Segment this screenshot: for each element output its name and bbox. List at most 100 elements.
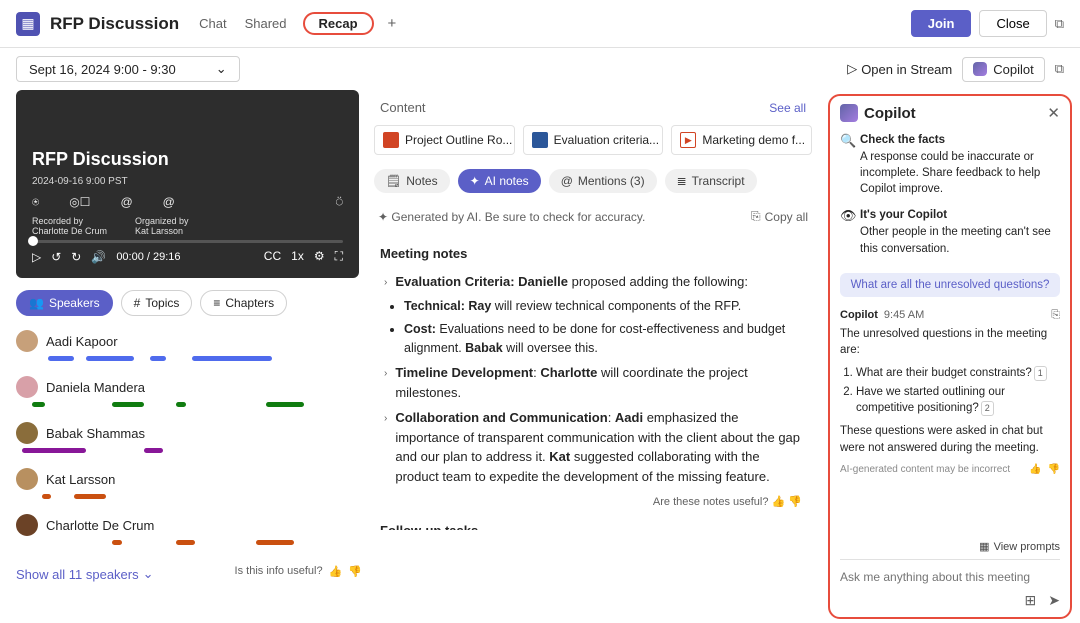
popout-icon-2[interactable]: ⧉ bbox=[1055, 61, 1064, 77]
view-prompts-link[interactable]: ▦View prompts bbox=[840, 534, 1060, 559]
meeting-notes-heading: Meeting notes bbox=[380, 244, 806, 264]
view-prompts-label: View prompts bbox=[994, 541, 1060, 553]
person-icon: ⍟ bbox=[32, 195, 39, 210]
popout-icon[interactable]: ⧉ bbox=[1055, 16, 1064, 32]
topics-chip-label: Topics bbox=[145, 296, 179, 310]
response-list-item: Have we started outlining our competitiv… bbox=[856, 384, 1060, 417]
copilot-input[interactable] bbox=[840, 566, 1060, 588]
speakers-icon: 👥 bbox=[29, 296, 44, 310]
date-range-select[interactable]: Sept 16, 2024 9:00 - 9:30 ⌄ bbox=[16, 56, 240, 82]
copilot-panel-title: Copilot bbox=[864, 105, 916, 122]
thumbs-down-icon[interactable]: 👎 bbox=[348, 565, 362, 578]
play-icon[interactable]: ▷ bbox=[32, 250, 41, 264]
mention-icon: @ bbox=[561, 174, 573, 188]
organizer-name: Kat Larsson bbox=[135, 226, 183, 236]
speaker-row[interactable]: Kat Larsson bbox=[16, 468, 362, 500]
tab-chat[interactable]: Chat bbox=[197, 12, 228, 35]
speakers-chip[interactable]: 👥Speakers bbox=[16, 290, 113, 316]
copilot-panel: Copilot ✕ 🔍 Check the factsA response co… bbox=[828, 94, 1072, 619]
tab-add-button[interactable]: + bbox=[388, 15, 397, 32]
person-icon: @ bbox=[163, 195, 175, 210]
notes-icon: 🗒 bbox=[386, 174, 401, 188]
stream-icon: ▷ bbox=[847, 61, 857, 77]
tab-recap-highlight: Recap bbox=[303, 12, 374, 35]
avatar bbox=[16, 330, 38, 352]
ai-notes-tab[interactable]: ✦AI notes bbox=[458, 169, 541, 193]
info-title: It's your Copilot bbox=[860, 207, 1060, 223]
chevron-down-icon: ⌄ bbox=[143, 566, 154, 582]
close-button[interactable]: Close bbox=[979, 10, 1046, 37]
cc-icon[interactable]: CC bbox=[264, 249, 281, 264]
see-all-link[interactable]: See all bbox=[769, 101, 806, 115]
open-in-stream-link[interactable]: ▷ Open in Stream bbox=[847, 61, 952, 77]
chevron-right-icon: › bbox=[384, 275, 387, 292]
person-icon: ◎☐ bbox=[69, 195, 90, 210]
notes-tab-label: Notes bbox=[406, 174, 437, 188]
speaker-row[interactable]: Charlotte De Crum bbox=[16, 514, 362, 546]
transcript-tab[interactable]: ≣Transcript bbox=[665, 169, 757, 193]
info-text: A response could be inaccurate or incomp… bbox=[860, 151, 1040, 195]
response-outro: These questions were asked in chat but w… bbox=[840, 423, 1060, 456]
topics-chip[interactable]: # Topics bbox=[121, 290, 193, 316]
notes-body: Meeting notes ›Evaluation Criteria: Dani… bbox=[374, 230, 812, 530]
note-item[interactable]: ›Collaboration and Communication: Aadi e… bbox=[384, 408, 806, 486]
video-player[interactable]: RFP Discussion 2024-09-16 9:00 PST ⍟ ◎☐ … bbox=[16, 90, 359, 278]
copilot-prompt-pill[interactable]: What are all the unresolved questions? bbox=[840, 273, 1060, 297]
close-icon[interactable]: ✕ bbox=[1047, 104, 1060, 122]
search-icon: 🔍 bbox=[840, 132, 854, 197]
organizer-label: Organized by bbox=[135, 216, 189, 226]
citation-badge[interactable]: 1 bbox=[1034, 366, 1047, 381]
video-timestamp: 2024-09-16 9:00 PST bbox=[32, 176, 343, 187]
grid-icon[interactable]: ⊞ bbox=[1025, 592, 1037, 609]
word-icon bbox=[532, 132, 548, 148]
fullscreen-icon[interactable]: ⛶ bbox=[335, 249, 343, 264]
content-tile[interactable]: Evaluation criteria... bbox=[523, 125, 664, 155]
speaker-name: Daniela Mandera bbox=[46, 380, 145, 395]
speaker-row[interactable]: Daniela Mandera bbox=[16, 376, 362, 408]
note-item[interactable]: ›Timeline Development: Charlotte will co… bbox=[384, 363, 806, 402]
notes-tab[interactable]: 🗒 Notes bbox=[374, 169, 450, 193]
ai-disclaimer: AI-generated content may be incorrect bbox=[840, 464, 1010, 475]
mentions-tab[interactable]: @Mentions (3) bbox=[549, 169, 657, 193]
chapters-chip-label: Chapters bbox=[225, 296, 274, 310]
thumbs-up-icon[interactable]: 👍 bbox=[329, 565, 343, 578]
tab-recap[interactable]: Recap bbox=[317, 12, 360, 35]
video-progress-bar[interactable] bbox=[32, 240, 343, 243]
notes-useful-prompt: Are these notes useful? 👍 👎 bbox=[384, 494, 802, 511]
open-in-stream-label: Open in Stream bbox=[861, 62, 952, 77]
content-tile[interactable]: Project Outline Ro... bbox=[374, 125, 515, 155]
copilot-info-block: 👁 It's your CopilotOther people in the m… bbox=[840, 207, 1060, 256]
speaker-row[interactable]: Babak Shammas bbox=[16, 422, 362, 454]
thumbs-up-icon[interactable]: 👍 bbox=[772, 496, 786, 508]
copilot-toggle-button[interactable]: Copilot bbox=[962, 57, 1044, 82]
content-tile[interactable]: ▶Marketing demo f... bbox=[671, 125, 812, 155]
transcript-icon: ≣ bbox=[677, 174, 687, 188]
video-avatar-row: ⍟ ◎☐ @ @ ⍥ bbox=[32, 195, 343, 210]
speaker-row[interactable]: Aadi Kapoor bbox=[16, 330, 362, 362]
volume-icon[interactable]: 🔊 bbox=[91, 250, 106, 264]
copy-all-button[interactable]: ⎘Copy all bbox=[751, 209, 808, 224]
join-button[interactable]: Join bbox=[911, 10, 972, 37]
copy-icon[interactable]: ⎘ bbox=[1051, 309, 1060, 322]
settings-icon[interactable]: ⚙ bbox=[314, 249, 325, 264]
copilot-toggle-label: Copilot bbox=[993, 62, 1033, 77]
copilot-logo-icon bbox=[840, 104, 858, 122]
followup-heading: Follow-up tasks bbox=[380, 521, 806, 530]
note-subitem: Cost: Evaluations need to be done for co… bbox=[404, 320, 806, 358]
chapters-chip[interactable]: ≡Chapters bbox=[200, 290, 287, 316]
ai-warning-text: Generated by AI. Be sure to check for ac… bbox=[391, 210, 645, 224]
copy-all-label: Copy all bbox=[765, 210, 808, 224]
show-all-speakers-link[interactable]: Show all 11 speakers ⌄ bbox=[16, 566, 154, 582]
speed-label[interactable]: 1x bbox=[291, 249, 304, 264]
send-icon[interactable]: ➤ bbox=[1048, 592, 1060, 609]
thumbs-down-icon[interactable]: 👎 bbox=[788, 496, 802, 508]
citation-badge[interactable]: 2 bbox=[981, 401, 994, 416]
hash-icon: # bbox=[134, 296, 141, 310]
thumbs-up-icon[interactable]: 👍 bbox=[1029, 464, 1041, 475]
rewind-icon[interactable]: ↺ bbox=[51, 250, 61, 264]
tab-shared[interactable]: Shared bbox=[243, 12, 289, 35]
copilot-icon bbox=[973, 62, 987, 76]
forward-icon[interactable]: ↻ bbox=[71, 250, 81, 264]
note-item[interactable]: ›Evaluation Criteria: Danielle proposed … bbox=[384, 272, 806, 292]
thumbs-down-icon[interactable]: 👎 bbox=[1048, 464, 1060, 475]
